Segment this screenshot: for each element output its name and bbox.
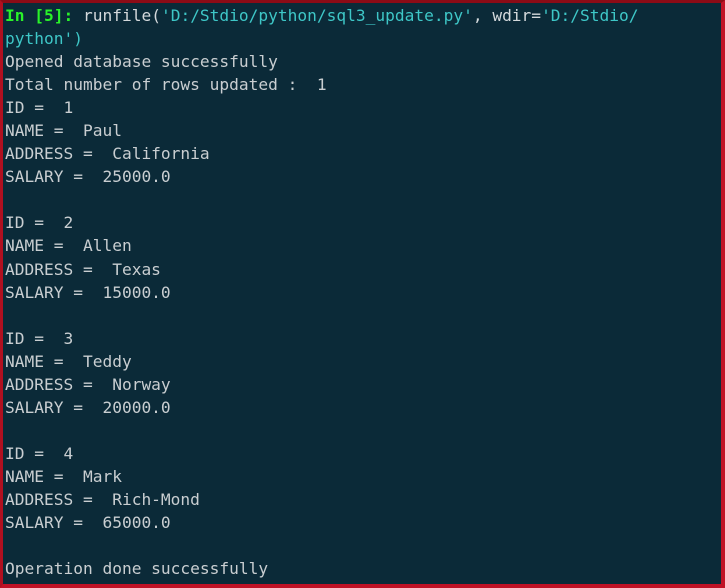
console-line: ID = 2 [5,211,721,234]
console-text-segment [5,190,15,209]
console-text-segment [5,536,15,555]
console-text-segment: 'D:/Stdio/python/sql3_update.py' [160,6,473,25]
console-line: ID = 3 [5,327,721,350]
console-line: ADDRESS = Texas [5,258,721,281]
console-text-segment: Operation done successfully [5,559,269,579]
ipython-console-window: In [5]: runfile('D:/Stdio/python/sql3_up… [0,0,725,588]
console-line: In [5]: runfile('D:/Stdio/python/sql3_up… [5,4,721,27]
console-text-segment: SALARY = 65000.0 [5,513,171,533]
console-text-segment: ID = 1 [5,98,74,118]
console-text-segment: [5]: [34,6,74,25]
console-text-segment: SALARY = 20000.0 [5,397,171,417]
console-line: SALARY = 65000.0 [5,511,721,534]
console-text-segment: In [5,6,35,25]
console-blank-line [5,304,721,327]
console-line: ADDRESS = California [5,142,721,165]
console-text-segment [5,421,15,440]
console-text-segment: runfile( [73,6,161,25]
console-text-segment: ADDRESS = Norway [5,374,171,394]
console-text-segment: python') [5,29,83,49]
console-line: ADDRESS = Rich-Mond [5,488,721,511]
console-text-segment: ADDRESS = California [5,144,210,164]
console-text-segment: NAME = Mark [5,466,122,486]
console-line: SALARY = 25000.0 [5,165,721,188]
console-text-segment: NAME = Paul [5,121,122,141]
console-text-segment: Opened database successfully [5,52,278,72]
console-text-segment: ADDRESS = Rich-Mond [5,489,200,509]
console-line: NAME = Mark [5,465,721,488]
console-line: Total number of rows updated : 1 [5,73,721,96]
console-line: ADDRESS = Norway [5,373,721,396]
console-line: ID = 4 [5,442,721,465]
console-text-segment: SALARY = 25000.0 [5,167,171,187]
console-line: Operation done successfully [5,557,721,580]
console-text-segment: ID = 4 [5,443,74,463]
console-text-segment: ADDRESS = Texas [5,259,161,279]
console-blank-line [5,188,721,211]
console-text-segment: SALARY = 15000.0 [5,282,171,302]
console-blank-line [5,419,721,442]
console-text-segment: NAME = Allen [5,236,132,256]
console-line: NAME = Teddy [5,350,721,373]
console-line: NAME = Allen [5,234,721,257]
console-text-segment: , wdir= [472,6,542,25]
console-line: NAME = Paul [5,119,721,142]
console-blank-line [5,534,721,557]
console-text-segment: ID = 2 [5,213,74,233]
console-text-segment: Total number of rows updated : 1 [5,75,327,95]
console-text-segment: NAME = Teddy [5,351,132,371]
console-line: SALARY = 15000.0 [5,281,721,304]
console-text-segment: 'D:/Stdio/ [541,6,639,25]
console-text-segment [5,306,15,325]
console-line: Opened database successfully [5,50,721,73]
console-line: SALARY = 20000.0 [5,396,721,419]
console-line: ID = 1 [5,96,721,119]
console-text-segment: ID = 3 [5,328,74,348]
console-line: python') [5,27,721,50]
console-output-area[interactable]: In [5]: runfile('D:/Stdio/python/sql3_up… [3,3,721,584]
